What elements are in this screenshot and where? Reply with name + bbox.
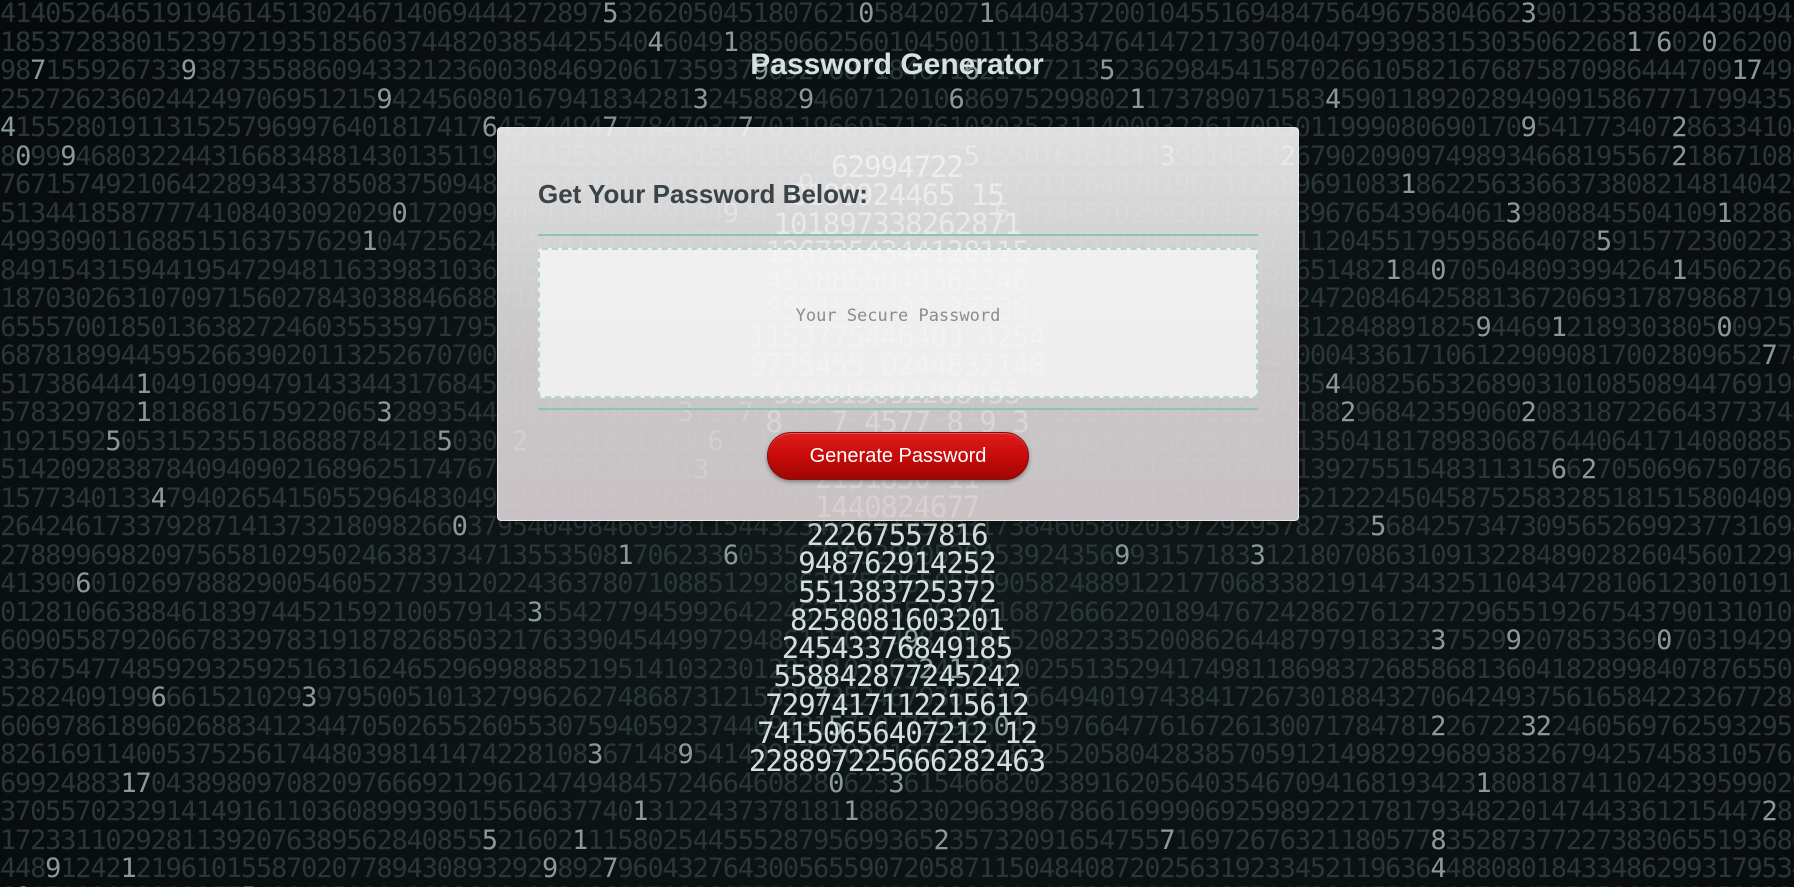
digit-rain-row: 1723311029281139207638956284085552160211… bbox=[0, 826, 1794, 855]
generate-password-button[interactable]: Generate Password bbox=[767, 432, 1029, 480]
digit-rain-row: 4489124212196101558702077894308932929892… bbox=[0, 855, 1794, 884]
matrix-background: 4140526465191946145130246714069444272897… bbox=[0, 0, 1794, 887]
card-header: Get Your Password Below: bbox=[538, 179, 868, 209]
page-title: Password Generator bbox=[750, 48, 1044, 81]
divider-bottom bbox=[538, 408, 1258, 410]
digit-rain-row: 4140526465191946145130246714069444272897… bbox=[0, 0, 1794, 29]
figure-digit-line: 228897225666282463 bbox=[748, 744, 1046, 779]
digit-rain-row: 6017132053983377548848502043603616426346… bbox=[0, 884, 1794, 887]
password-output-field[interactable] bbox=[538, 248, 1258, 398]
password-card: Get Your Password Below: Generate Passwo… bbox=[497, 127, 1299, 521]
divider-top bbox=[538, 234, 1258, 236]
digit-rain-row: 2527262360244249706951215942456080167941… bbox=[0, 85, 1794, 114]
